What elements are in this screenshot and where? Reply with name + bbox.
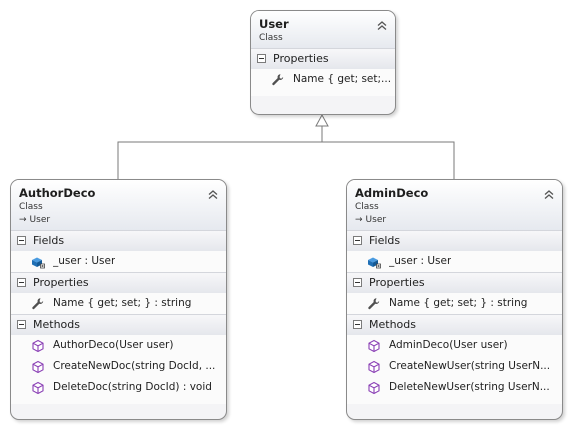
base-class-name: User <box>29 215 51 225</box>
wrench-icon <box>31 297 45 311</box>
compartment-title: Fields <box>369 234 401 247</box>
compartment-title: Fields <box>33 234 65 247</box>
method-icon <box>31 381 45 395</box>
member-signature: Name { get; set;... <box>293 73 392 85</box>
class-header: AdminDeco Class → User <box>347 180 562 230</box>
class-shape-admindeco[interactable]: AdminDeco Class → User Fields _user : User Pro… <box>346 179 563 420</box>
member-signature: CreateNewDoc(string DocId, ... <box>53 360 216 372</box>
class-name: User <box>259 17 289 31</box>
member-row[interactable]: CreateNewUser(string UserN... <box>347 356 562 377</box>
compartment-header-fields[interactable]: Fields <box>11 230 226 251</box>
method-icon <box>367 339 381 353</box>
member-row[interactable]: Name { get; set; } : string <box>11 293 226 314</box>
member-row[interactable]: AuthorDeco(User user) <box>11 335 226 356</box>
class-kind-label: Class <box>355 202 379 212</box>
collapse-minus-icon[interactable] <box>353 320 362 329</box>
member-row[interactable]: AdminDeco(User user) <box>347 335 562 356</box>
shape-footer <box>11 398 226 404</box>
field-icon <box>31 255 45 269</box>
base-class-label: → User <box>355 214 554 227</box>
compartment-title: Methods <box>369 318 416 331</box>
inherits-arrow-icon: → <box>355 215 363 225</box>
member-signature: _user : User <box>389 255 452 267</box>
member-signature: AdminDeco(User user) <box>389 339 508 351</box>
member-row[interactable]: DeleteDoc(string DocId) : void <box>11 377 226 398</box>
member-signature: Name { get; set; } : string <box>389 297 528 309</box>
compartment-title: Properties <box>273 52 329 65</box>
method-icon <box>367 381 381 395</box>
method-icon <box>31 360 45 374</box>
compartment-title: Methods <box>33 318 80 331</box>
base-class-name: User <box>365 215 387 225</box>
shape-footer <box>251 90 395 96</box>
double-chevron-up-icon <box>543 185 555 204</box>
class-shape-user[interactable]: User Class Properties Name { get; set;... <box>250 10 396 115</box>
class-name: AdminDeco <box>355 186 429 200</box>
member-signature: CreateNewUser(string UserN... <box>389 360 551 372</box>
shape-footer <box>347 398 562 404</box>
collapse-minus-icon[interactable] <box>17 320 26 329</box>
compartment-header-methods[interactable]: Methods <box>11 314 226 335</box>
class-header: User Class <box>251 11 395 48</box>
member-signature: DeleteDoc(string DocId) : void <box>53 381 212 393</box>
double-chevron-up-icon <box>376 16 388 35</box>
inheritance-line-authordeco <box>117 141 322 179</box>
class-kind-label: Class <box>19 202 43 212</box>
compartment-header-fields[interactable]: Fields <box>347 230 562 251</box>
member-signature: Name { get; set; } : string <box>53 297 192 309</box>
member-row[interactable]: Name { get; set; } : string <box>347 293 562 314</box>
member-signature: _user : User <box>53 255 116 267</box>
compartment-header-methods[interactable]: Methods <box>347 314 562 335</box>
wrench-icon <box>367 297 381 311</box>
class-shape-authordeco[interactable]: AuthorDeco Class → User Fields _user : User Pr… <box>10 179 227 420</box>
double-chevron-up-icon <box>207 185 219 204</box>
class-kind-label: Class <box>259 33 283 43</box>
class-header: AuthorDeco Class → User <box>11 180 226 230</box>
collapse-minus-icon[interactable] <box>257 54 266 63</box>
member-signature: AuthorDeco(User user) <box>53 339 174 351</box>
member-row[interactable]: CreateNewDoc(string DocId, ... <box>11 356 226 377</box>
base-class-label: → User <box>19 214 218 227</box>
compartment-header-properties[interactable]: Properties <box>347 272 562 293</box>
method-icon <box>31 339 45 353</box>
compartment-header-properties[interactable]: Properties <box>11 272 226 293</box>
collapse-minus-icon[interactable] <box>353 236 362 245</box>
inheritance-arrowhead <box>315 113 329 127</box>
compartment-title: Properties <box>33 276 89 289</box>
member-row[interactable]: _user : User <box>11 251 226 272</box>
inherits-arrow-icon: → <box>19 215 27 225</box>
collapse-shape-button[interactable] <box>543 185 555 199</box>
compartment-header-properties[interactable]: Properties <box>251 48 395 69</box>
field-icon <box>367 255 381 269</box>
member-row[interactable]: DeleteNewUser(string UserN... <box>347 377 562 398</box>
compartment-title: Properties <box>369 276 425 289</box>
collapse-shape-button[interactable] <box>207 185 219 199</box>
collapse-minus-icon[interactable] <box>17 236 26 245</box>
method-icon <box>367 360 381 374</box>
inheritance-line-admindeco <box>322 141 455 179</box>
collapse-minus-icon[interactable] <box>353 278 362 287</box>
member-signature: DeleteNewUser(string UserN... <box>389 381 550 393</box>
class-name: AuthorDeco <box>19 186 96 200</box>
collapse-minus-icon[interactable] <box>17 278 26 287</box>
member-row[interactable]: _user : User <box>347 251 562 272</box>
member-row[interactable]: Name { get; set;... <box>251 69 395 90</box>
collapse-shape-button[interactable] <box>376 16 388 30</box>
wrench-icon <box>271 73 285 87</box>
